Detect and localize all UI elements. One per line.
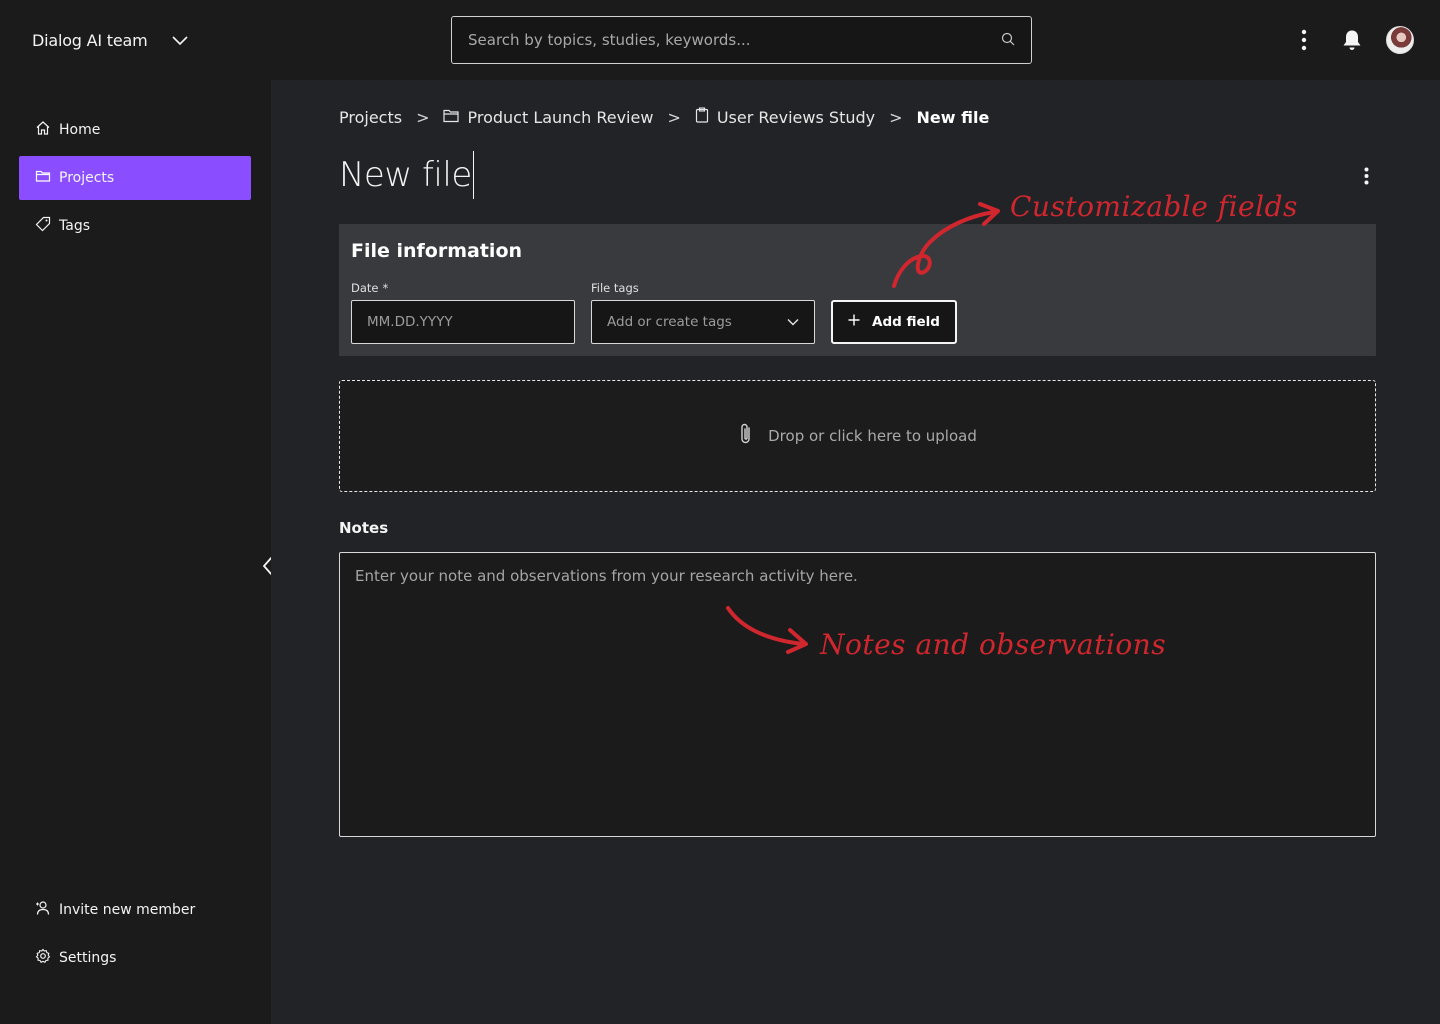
search-icon[interactable] — [1001, 31, 1015, 50]
breadcrumb-separator: > — [416, 107, 430, 127]
breadcrumb-study[interactable]: User Reviews Study — [695, 107, 875, 127]
paperclip-icon — [738, 422, 754, 450]
date-label-text: Date — [351, 281, 379, 295]
search-bar[interactable] — [451, 16, 1032, 64]
add-field-label: Add field — [872, 314, 940, 330]
breadcrumb-projects[interactable]: Projects — [339, 108, 402, 127]
breadcrumb-label: Projects — [339, 107, 403, 127]
bell-icon[interactable] — [1328, 24, 1376, 56]
breadcrumb-label: User Reviews Study — [716, 107, 876, 127]
page-title-field[interactable]: New file — [339, 150, 474, 200]
file-tags-select[interactable]: Add or create tags — [591, 300, 815, 344]
required-marker: * — [382, 281, 389, 295]
sidebar: Home Projects Tags Invite new member Set… — [0, 80, 271, 1024]
file-information-panel: File information Date * MM.DD.YYYY File t… — [339, 224, 1376, 356]
text-cursor — [472, 151, 474, 199]
folder-icon — [443, 108, 460, 127]
sidebar-item-label: Projects — [59, 170, 115, 186]
user-add-icon — [35, 900, 51, 920]
avatar-button[interactable] — [1376, 24, 1424, 56]
team-switcher[interactable]: Dialog AI team — [32, 26, 188, 54]
date-label: Date * — [351, 281, 388, 295]
chevron-down-icon — [171, 31, 188, 50]
search-input[interactable] — [468, 31, 1001, 49]
folder-icon — [35, 168, 51, 188]
date-field[interactable]: MM.DD.YYYY — [351, 300, 575, 344]
sidebar-item-projects[interactable]: Projects — [19, 156, 251, 200]
top-bar: Dialog AI team — [0, 0, 1440, 80]
file-overflow-menu-icon[interactable] — [1356, 164, 1376, 188]
overflow-menu-icon[interactable] — [1280, 24, 1328, 56]
gear-icon — [35, 948, 51, 968]
breadcrumb: Projects > Product Launch Review > User … — [339, 106, 989, 128]
plus-icon — [848, 314, 860, 330]
header-actions — [1280, 24, 1424, 56]
sidebar-item-label: Invite new member — [59, 902, 196, 918]
home-icon — [35, 120, 51, 140]
breadcrumb-separator: > — [889, 107, 903, 127]
sidebar-item-tags[interactable]: Tags — [19, 204, 251, 248]
notes-textarea[interactable]: Enter your note and observations from yo… — [339, 552, 1376, 837]
sidebar-item-settings[interactable]: Settings — [19, 936, 251, 980]
sidebar-item-home[interactable]: Home — [19, 108, 251, 152]
clipboard-icon — [695, 107, 709, 127]
add-field-button[interactable]: Add field — [831, 300, 957, 344]
annotation-arrow-notes — [726, 606, 808, 654]
notes-label: Notes — [339, 519, 389, 537]
sidebar-item-label: Home — [59, 122, 101, 138]
date-placeholder: MM.DD.YYYY — [367, 314, 453, 330]
sidebar-item-invite[interactable]: Invite new member — [19, 888, 251, 932]
notes-placeholder: Enter your note and observations from yo… — [355, 567, 858, 585]
page-title[interactable]: New file — [339, 155, 472, 195]
team-name: Dialog AI team — [32, 30, 148, 50]
tag-icon — [35, 216, 51, 236]
avatar — [1386, 26, 1414, 54]
upload-dropzone[interactable]: Drop or click here to upload — [339, 380, 1376, 492]
annotation-customizable-fields: Customizable fields — [1010, 190, 1298, 223]
breadcrumb-label: New file — [916, 107, 990, 127]
chevron-down-icon — [787, 314, 799, 330]
sidebar-item-label: Settings — [59, 950, 117, 966]
file-information-heading: File information — [351, 240, 523, 262]
sidebar-item-label: Tags — [59, 218, 90, 234]
breadcrumb-separator: > — [667, 107, 681, 127]
file-tags-label: File tags — [591, 281, 639, 295]
upload-text: Drop or click here to upload — [768, 427, 977, 445]
breadcrumb-label: Product Launch Review — [467, 107, 654, 127]
annotation-notes-observations: Notes and observations — [820, 628, 1167, 661]
tags-placeholder: Add or create tags — [607, 314, 732, 330]
annotation-arrow-customizable — [892, 202, 1000, 288]
breadcrumb-project[interactable]: Product Launch Review — [443, 108, 653, 127]
breadcrumb-current: New file — [917, 108, 990, 127]
